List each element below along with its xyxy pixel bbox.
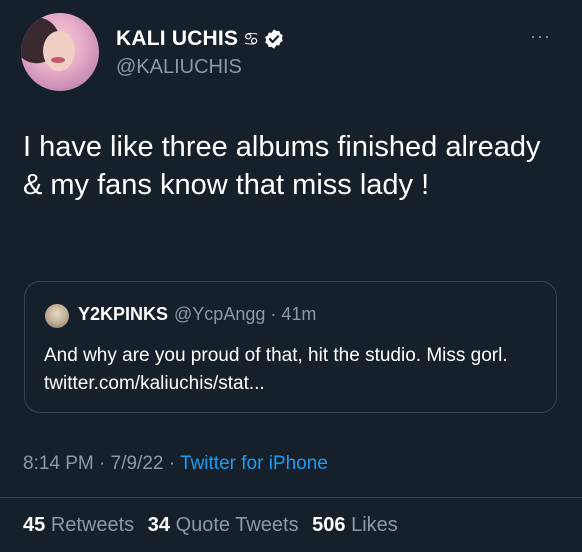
retweets-stat[interactable]: 45 Retweets [23, 514, 134, 536]
likes-label: Likes [351, 514, 398, 536]
quote-tweets-stat[interactable]: 34 Quote Tweets [148, 514, 299, 536]
tweet-timestamp[interactable]: 8:14 PM · 7/9/22 · [23, 453, 180, 474]
avatar-lips [51, 57, 65, 63]
author-handle[interactable]: @KALIUCHIS [116, 56, 242, 79]
retweets-label: Retweets [50, 514, 135, 536]
retweets-count: 45 [23, 514, 46, 536]
quoted-tweet[interactable]: Y2KPINKS @YcpAngg · 41m And why are you … [24, 281, 557, 413]
more-options-icon[interactable]: ··· [530, 26, 551, 47]
quoted-author-name: Y2KPINKS [78, 304, 169, 324]
author-name[interactable]: KALI UCHIS [116, 27, 238, 51]
tweet-source-link[interactable]: Twitter for iPhone [180, 453, 328, 474]
quoted-tweet-text: And why are you proud of that, hit the s… [44, 345, 508, 394]
quoted-avatar[interactable] [45, 304, 69, 328]
cancer-sign-icon: ♋︎ [243, 28, 260, 49]
quoted-header: Y2KPINKS @YcpAngg · 41m [78, 304, 316, 325]
avatar[interactable] [21, 13, 99, 91]
author-name-row: KALI UCHIS ♋︎ [116, 24, 285, 54]
tweet-stats: 45 Retweets 34 Quote Tweets 506 Likes [23, 514, 406, 537]
tweet-meta: 8:14 PM · 7/9/22 · Twitter for iPhone [23, 453, 328, 475]
verified-badge-icon [265, 29, 284, 49]
likes-count: 506 [312, 514, 346, 536]
quote-tweets-count: 34 [147, 514, 170, 536]
avatar-face [43, 31, 75, 71]
divider [0, 497, 582, 498]
tweet-text: I have like three albums finished alread… [23, 131, 541, 201]
quoted-author-handle: @YcpAngg · 41m [174, 304, 317, 324]
likes-stat[interactable]: 506 Likes [312, 514, 398, 536]
quote-tweets-label: Quote Tweets [175, 514, 299, 536]
